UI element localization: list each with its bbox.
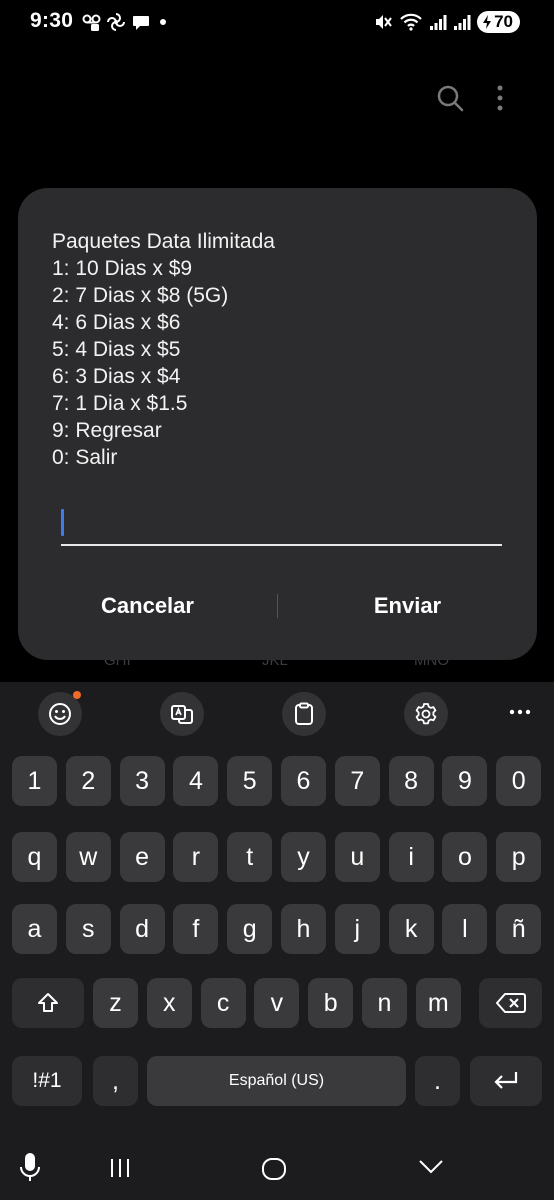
letter-key-a[interactable]: a: [12, 904, 57, 954]
letter-key-g[interactable]: g: [227, 904, 273, 954]
number-key-0[interactable]: 0: [496, 756, 542, 806]
enter-key[interactable]: [470, 1056, 542, 1106]
enter-icon: [494, 1072, 518, 1089]
letter-key-o[interactable]: o: [442, 832, 488, 882]
shift-key[interactable]: [12, 978, 84, 1028]
app-header: [0, 80, 554, 120]
ussd-line: 7: 1 Dia x $1.5: [52, 392, 188, 415]
recent-apps-icon[interactable]: [108, 1156, 132, 1180]
more-vertical-icon[interactable]: [494, 84, 506, 112]
letter-key-m[interactable]: m: [415, 978, 461, 1028]
letter-key-i[interactable]: i: [388, 832, 434, 882]
clipboard-icon: [295, 702, 313, 725]
gear-icon: [415, 703, 437, 725]
signal-icon: [430, 15, 447, 30]
backspace-icon: [495, 993, 526, 1013]
letter-key-k[interactable]: k: [388, 904, 434, 954]
dialog-actions: Cancelar Enviar: [18, 576, 537, 636]
status-time: 9:30: [30, 9, 74, 32]
battery-indicator: 70: [477, 11, 520, 33]
ussd-line: 1: 10 Dias x $9: [52, 257, 193, 280]
letter-key-c[interactable]: c: [200, 978, 246, 1028]
letter-key-u[interactable]: u: [334, 832, 380, 882]
backspace-key[interactable]: [479, 978, 542, 1028]
letter-key-v[interactable]: v: [254, 978, 300, 1028]
letter-key-h[interactable]: h: [281, 904, 326, 954]
voicemail-icon: [82, 14, 101, 31]
number-key-1[interactable]: 1: [12, 756, 57, 806]
letter-key-x[interactable]: x: [146, 978, 192, 1028]
letter-key-f[interactable]: f: [173, 904, 219, 954]
mute-icon: [376, 15, 392, 29]
microphone-icon[interactable]: [18, 1150, 42, 1184]
number-key-5[interactable]: 5: [227, 756, 273, 806]
keyboard: 1234567890 qwertyuiop asdfghjklñ zxcvbnm !#…: [0, 682, 554, 1140]
number-key-8[interactable]: 8: [388, 756, 434, 806]
navigation-bar: [0, 1140, 554, 1200]
shift-icon: [38, 993, 58, 1012]
letter-key-p[interactable]: p: [496, 832, 542, 882]
number-key-7[interactable]: 7: [334, 756, 380, 806]
letter-key-w[interactable]: w: [65, 832, 111, 882]
pinwheel-icon: [107, 13, 125, 31]
letter-key-b[interactable]: b: [308, 978, 354, 1028]
dot-icon: [160, 19, 166, 25]
ussd-line: 6: 3 Dias x $4: [52, 365, 181, 388]
number-key-6[interactable]: 6: [281, 756, 326, 806]
letter-key-ñ[interactable]: ñ: [496, 904, 542, 954]
wifi-icon: [400, 13, 422, 31]
search-icon[interactable]: [436, 84, 464, 112]
ussd-line: 2: 7 Dias x $8 (5G): [52, 284, 229, 307]
cancel-button[interactable]: Cancelar: [18, 593, 277, 619]
signal-icon: [454, 15, 471, 30]
letter-key-s[interactable]: s: [65, 904, 111, 954]
ussd-line: 0: Salir: [52, 446, 118, 469]
number-key-3[interactable]: 3: [119, 756, 165, 806]
ussd-line: 5: 4 Dias x $5: [52, 338, 181, 361]
battery-charging-icon: [483, 15, 492, 29]
comma-key[interactable]: ,: [93, 1056, 138, 1106]
number-key-2[interactable]: 2: [65, 756, 111, 806]
send-button[interactable]: Enviar: [278, 593, 537, 619]
translate-button[interactable]: [160, 692, 204, 736]
battery-level: 70: [494, 12, 513, 31]
period-key[interactable]: .: [415, 1056, 460, 1106]
space-key[interactable]: Español (US): [147, 1056, 406, 1106]
more-horizontal-icon[interactable]: [508, 708, 532, 716]
notification-dot: [73, 691, 81, 699]
letter-key-e[interactable]: e: [119, 832, 165, 882]
number-key-9[interactable]: 9: [442, 756, 488, 806]
chat-bubble-icon: [133, 16, 149, 30]
clipboard-button[interactable]: [282, 692, 326, 736]
ussd-message: Paquetes Data Ilimitada 1: 10 Dias x $9 …: [52, 228, 275, 471]
ussd-line: 4: 6 Dias x $6: [52, 311, 181, 334]
letter-key-n[interactable]: n: [362, 978, 407, 1028]
ussd-line: Paquetes Data Ilimitada: [52, 230, 275, 253]
letter-key-d[interactable]: d: [119, 904, 165, 954]
number-key-4[interactable]: 4: [173, 756, 219, 806]
letter-key-q[interactable]: q: [12, 832, 57, 882]
translate-icon: [171, 705, 193, 724]
letter-key-l[interactable]: l: [442, 904, 488, 954]
letter-key-z[interactable]: z: [93, 978, 138, 1028]
letter-key-j[interactable]: j: [334, 904, 380, 954]
letter-key-t[interactable]: t: [227, 832, 273, 882]
settings-button[interactable]: [404, 692, 448, 736]
ussd-reply-input[interactable]: [61, 506, 502, 546]
symbols-key[interactable]: !#1: [12, 1056, 82, 1106]
ussd-dialog: Paquetes Data Ilimitada 1: 10 Dias x $9 …: [18, 188, 537, 660]
ussd-line: 9: Regresar: [52, 419, 162, 442]
letter-key-r[interactable]: r: [173, 832, 219, 882]
keyboard-toolbar: [0, 682, 554, 746]
chevron-down-icon[interactable]: [418, 1158, 444, 1176]
status-bar: 9:30 70: [0, 0, 554, 44]
status-icons: 70: [373, 10, 520, 34]
emoji-button[interactable]: [38, 691, 82, 736]
home-icon[interactable]: [261, 1156, 287, 1182]
emoji-icon: [49, 703, 71, 725]
text-cursor: [61, 509, 64, 536]
letter-key-y[interactable]: y: [281, 832, 326, 882]
